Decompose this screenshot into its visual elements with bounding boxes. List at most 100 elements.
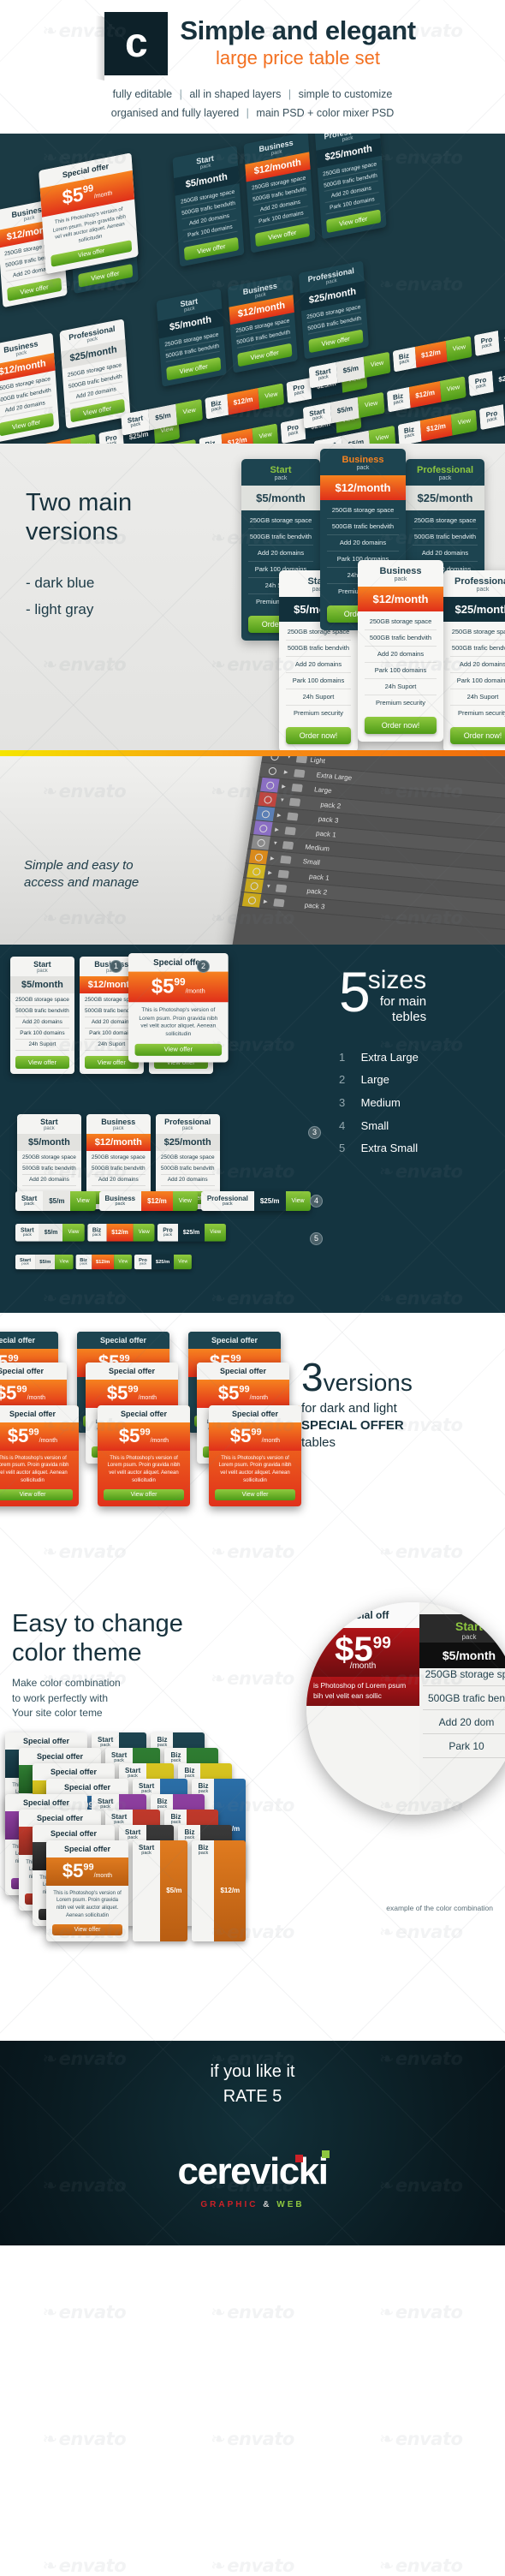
mini-pricing-card[interactable]: Businesspack $12/month 250GB storage spa… xyxy=(0,332,60,443)
pricing-order-button[interactable]: Order now! xyxy=(365,716,437,734)
strip-cta[interactable]: View xyxy=(133,1223,155,1241)
strip-pricing-table[interactable]: Propack $25/m View xyxy=(134,1254,193,1269)
strip-pricing-table[interactable]: Bizpack $12/m View xyxy=(392,335,472,372)
special-offer-card[interactable]: Special offer $599/month This is Photosh… xyxy=(98,1404,190,1506)
special-offer-card[interactable]: Special offer $599/month This is Photosh… xyxy=(128,952,229,1062)
chevron-icon[interactable]: ▶ xyxy=(276,812,284,819)
strip-cta[interactable]: View xyxy=(364,351,390,378)
strip-pricing-table[interactable]: Bizpack $12/m View xyxy=(86,1223,155,1241)
pricing-pack-name: Business xyxy=(342,454,384,465)
layer-visibility-toggle[interactable] xyxy=(264,755,283,764)
strip-pricing-table[interactable]: Startpack $5/m xyxy=(133,1840,188,1941)
strip-cta[interactable]: View xyxy=(451,409,478,435)
strip-cta[interactable]: View xyxy=(440,375,466,402)
strip-cta[interactable]: View xyxy=(446,335,472,361)
layer-visibility-toggle[interactable] xyxy=(247,863,266,879)
strip-pricing-table[interactable]: Propack $25/m View xyxy=(157,1223,227,1241)
pricing-column[interactable]: Business pack $12/month 250GB storage sp… xyxy=(358,559,443,742)
special-offer-card[interactable]: Special offer $599/month This is Photosh… xyxy=(46,1840,128,1941)
strip-pricing-table[interactable]: Startpack $5/m View xyxy=(15,1190,96,1212)
chevron-icon[interactable]: ▼ xyxy=(272,841,280,847)
strip-pricing-table[interactable]: Propack $25/m View xyxy=(468,360,505,397)
strip-pricing-table[interactable]: Propack $25/m View xyxy=(479,393,505,430)
strip-cta[interactable]: View xyxy=(205,1223,227,1241)
strip-cta[interactable]: View xyxy=(172,1190,198,1212)
strip-pricing-table[interactable]: Bizpack $12/m xyxy=(192,1840,247,1941)
layer-visibility-toggle[interactable] xyxy=(260,777,280,793)
pricing-feature: 250GB storage space xyxy=(365,614,437,630)
mini-pricing-card[interactable]: Professionalpack $25/month 250GB storage… xyxy=(59,319,131,429)
strip-cta[interactable]: View xyxy=(252,423,279,444)
layer-visibility-toggle[interactable] xyxy=(248,849,269,865)
pricing-order-button[interactable]: Order now! xyxy=(450,726,505,744)
chevron-icon[interactable]: ▶ xyxy=(268,869,276,876)
mini-pricing-card[interactable]: Start pack $5/month 250GB storage space 50… xyxy=(172,145,245,267)
strip-pricing-table[interactable]: Bizpack $12/m View xyxy=(204,383,285,419)
chevron-icon[interactable]: ▼ xyxy=(265,884,273,890)
mini-pricing-card[interactable]: Businesspack $12/month 250GB storage spa… xyxy=(227,274,298,373)
special-offer-card[interactable]: Special offer $599/month This is Photosh… xyxy=(0,1404,79,1506)
mini-card-cta[interactable]: View offer xyxy=(15,1055,69,1069)
strip-pricing-table[interactable]: Professional pack $25/m View xyxy=(200,1190,311,1212)
pricing-feature: Park 100 domains xyxy=(450,673,505,689)
strip-pricing-table[interactable]: Propack $25/m View xyxy=(474,319,505,356)
special-offer-cta[interactable]: View offer xyxy=(215,1488,295,1500)
layer-visibility-toggle[interactable] xyxy=(255,806,276,821)
brand-logo: cerevicki xyxy=(178,2150,330,2193)
strip-cta[interactable]: View xyxy=(55,1254,74,1269)
chevron-icon[interactable]: ▶ xyxy=(270,855,277,862)
sizes-for-line1: for main xyxy=(379,994,427,1010)
special-offer-card[interactable]: Special offer $599/month This is Photosh… xyxy=(209,1404,301,1506)
size-index: 5 xyxy=(339,1142,346,1155)
strip-cta[interactable]: View xyxy=(174,1254,193,1269)
mini-pricing-card[interactable]: Businesspack $12/month 250GB storage spa… xyxy=(243,133,316,253)
layer-visibility-toggle[interactable] xyxy=(241,891,262,908)
strip-cta[interactable]: View xyxy=(285,1190,311,1212)
chevron-icon[interactable]: ▼ xyxy=(286,756,294,760)
strip-pricing-table[interactable]: Startpack $5/m View xyxy=(15,1254,74,1269)
special-offer-cta[interactable]: View offer xyxy=(0,1488,73,1500)
special-offer-cta[interactable]: View offer xyxy=(134,1043,223,1056)
strip-pack-name: Bizpack xyxy=(198,433,223,444)
mini-pricing-card[interactable]: Start pack $5/month 250GB storage space 50… xyxy=(10,956,74,1074)
special-offer-cta[interactable]: View offer xyxy=(52,1923,122,1935)
special-offer-card[interactable]: Special offer $599/month This is Photosh… xyxy=(39,152,139,274)
strip-cta[interactable]: View xyxy=(70,433,98,444)
strip-cta[interactable]: View xyxy=(369,425,395,444)
pricing-column[interactable]: Professional pack $25/month 250GB storag… xyxy=(443,569,505,750)
strip-pricing-table[interactable]: Bizpack $12/m View xyxy=(397,409,478,444)
chevron-icon[interactable]: ▶ xyxy=(282,783,289,790)
strip-cta[interactable]: View xyxy=(175,398,203,425)
special-offer-price: $599/month xyxy=(98,1422,190,1451)
strip-price: $12/m xyxy=(214,1840,247,1941)
strip-price: $25/m xyxy=(253,1190,286,1212)
chevron-icon[interactable]: ▼ xyxy=(279,797,287,803)
layer-visibility-toggle[interactable] xyxy=(263,763,282,778)
strip-pricing-table[interactable]: Bizpack $12/m View xyxy=(198,423,279,444)
chevron-icon[interactable]: ▶ xyxy=(263,898,270,905)
strip-cta[interactable]: View xyxy=(62,1223,85,1241)
pricing-feature: 500GB trafic bendvith xyxy=(450,641,505,657)
mini-pricing-card[interactable]: Professionalpack $25/month 250GB storage… xyxy=(298,260,369,360)
pricing-feature: 24h Suport xyxy=(286,689,351,706)
strip-cta[interactable]: View xyxy=(258,383,285,408)
strip-pricing-table[interactable]: Startpack $5/m View xyxy=(15,1223,85,1241)
strip-cta[interactable]: View xyxy=(70,1190,96,1212)
strip-cta[interactable]: View xyxy=(358,391,385,418)
strip-cta[interactable]: View xyxy=(114,1254,133,1269)
layer-visibility-toggle[interactable] xyxy=(244,878,264,893)
strip-pricing-table[interactable]: Bizpack $12/m View xyxy=(386,375,466,412)
pricing-order-button[interactable]: Order now! xyxy=(286,726,351,744)
chevron-icon[interactable]: ▶ xyxy=(275,826,282,833)
strip-pricing-table[interactable]: Business pack $12/m View xyxy=(98,1190,198,1212)
chevron-icon[interactable]: ▶ xyxy=(283,768,291,775)
mini-pricing-card[interactable]: Professionalpack $25/month 250GB storage… xyxy=(314,133,387,240)
mini-pricing-card[interactable]: Start pack $5/month 250GB storage space 50… xyxy=(156,288,227,387)
pricing-feature: 500GB trafic bendvith xyxy=(413,529,478,546)
strip-pricing-table[interactable]: Bizpack $12/m View xyxy=(75,1254,133,1269)
layer-visibility-toggle[interactable] xyxy=(251,834,270,850)
special-offer-cta[interactable]: View offer xyxy=(104,1488,184,1500)
layer-visibility-toggle[interactable] xyxy=(258,791,277,807)
layer-visibility-toggle[interactable] xyxy=(253,820,273,836)
feature-item: main PSD + color mixer PSD xyxy=(256,106,395,119)
